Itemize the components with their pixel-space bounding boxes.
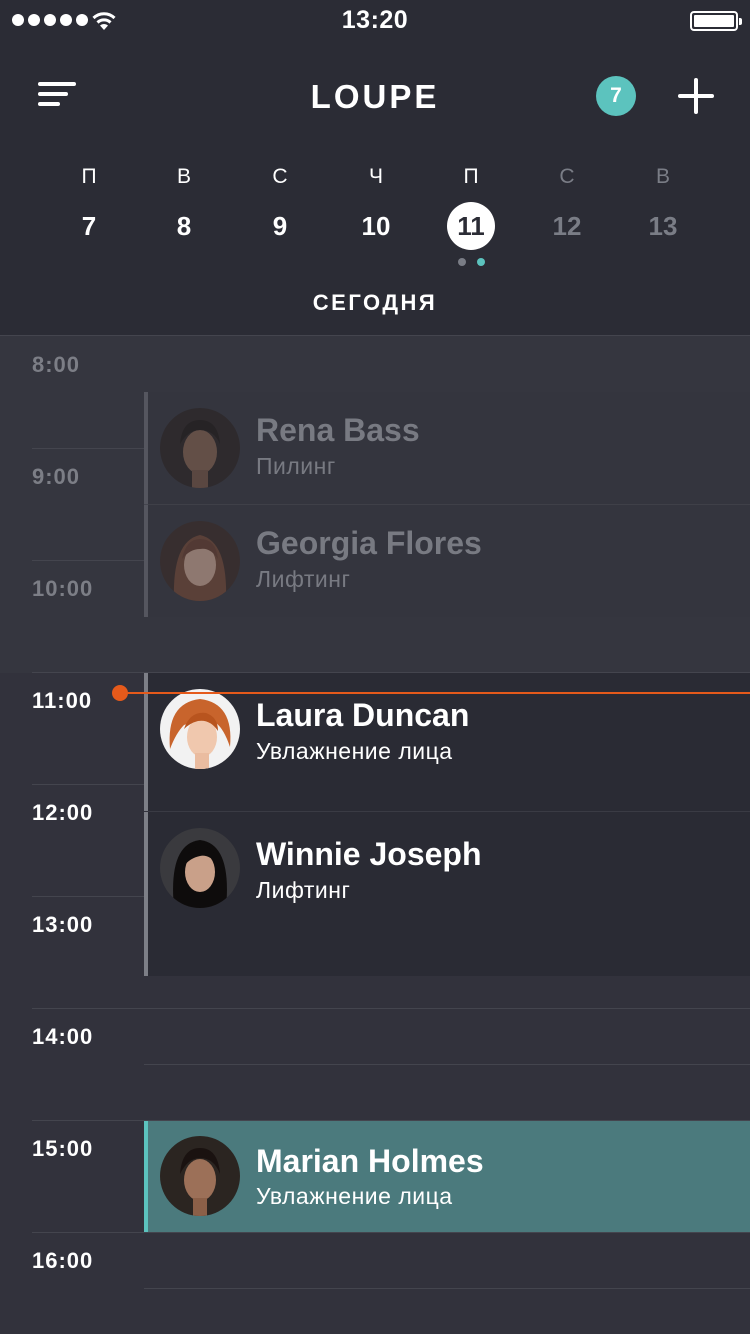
hour-label: 14:00 [32,1024,94,1049]
day-tue[interactable]: В 8 [144,160,224,250]
client-avatar [160,828,240,908]
current-time-dot [112,685,128,701]
hour-label: 15:00 [32,1136,94,1161]
app-title: LOUPE [310,78,440,115]
client-name: Winnie Joseph [256,836,482,872]
status-bar: 13:20 [0,0,750,40]
hour-label: 10:00 [32,576,94,601]
client-avatar [160,689,240,769]
client-avatar [160,1136,240,1216]
client-name: Laura Duncan [256,697,470,733]
day-fri-selected[interactable]: П 11 [431,160,511,266]
current-time-line [120,692,750,694]
battery-icon [690,11,742,31]
add-appointment-button[interactable] [678,78,714,114]
half-hour-divider [144,1288,750,1289]
day-wed[interactable]: С 9 [240,160,320,250]
day-sun[interactable]: В 13 [623,160,703,250]
hour-divider [32,1232,750,1233]
hour-label: 11:00 [32,688,93,713]
service-name: Лифтинг [256,566,351,592]
hour-label: 16:00 [32,1248,94,1273]
notification-badge[interactable]: 7 [596,76,636,116]
hour-label: 13:00 [32,912,94,937]
event-dots [431,258,511,266]
schedule-timeline[interactable]: 8:00 9:00 10:00 11:00 12:00 13:00 14:00 … [0,335,750,1334]
half-hour-divider [144,1064,750,1065]
client-avatar [160,521,240,601]
client-name: Rena Bass [256,412,420,448]
week-strip: П 7 В 8 С 9 Ч 10 П 11 С 12 В 13 [0,160,750,270]
today-button[interactable]: СЕГОДНЯ [0,290,750,316]
service-name: Лифтинг [256,877,351,903]
day-mon[interactable]: П 7 [49,160,129,250]
hour-divider [32,1008,750,1009]
hour-divider [0,335,750,336]
app-header: 13:20 LOUPE 7 П 7 В 8 С 9 Ч 10 П 11 С 12… [0,0,750,335]
status-time: 13:20 [341,6,409,34]
appointment-card[interactable]: Rena Bass Пилинг [144,392,750,504]
appointment-card-highlighted[interactable]: Marian Holmes Увлажнение лица [144,1121,750,1232]
hour-label: 8:00 [32,352,81,377]
service-name: Увлажнение лица [256,1183,453,1209]
appointment-card[interactable]: Winnie Joseph Лифтинг [144,812,750,976]
client-name: Marian Holmes [256,1143,484,1179]
day-sat[interactable]: С 12 [527,160,607,250]
service-name: Увлажнение лица [256,738,453,764]
service-name: Пилинг [256,453,336,479]
hour-label: 9:00 [32,464,81,489]
day-thu[interactable]: Ч 10 [336,160,416,250]
client-avatar [160,408,240,488]
hour-label: 12:00 [32,800,94,825]
client-name: Georgia Flores [256,525,482,561]
appointment-card[interactable]: Georgia Flores Лифтинг [144,505,750,617]
